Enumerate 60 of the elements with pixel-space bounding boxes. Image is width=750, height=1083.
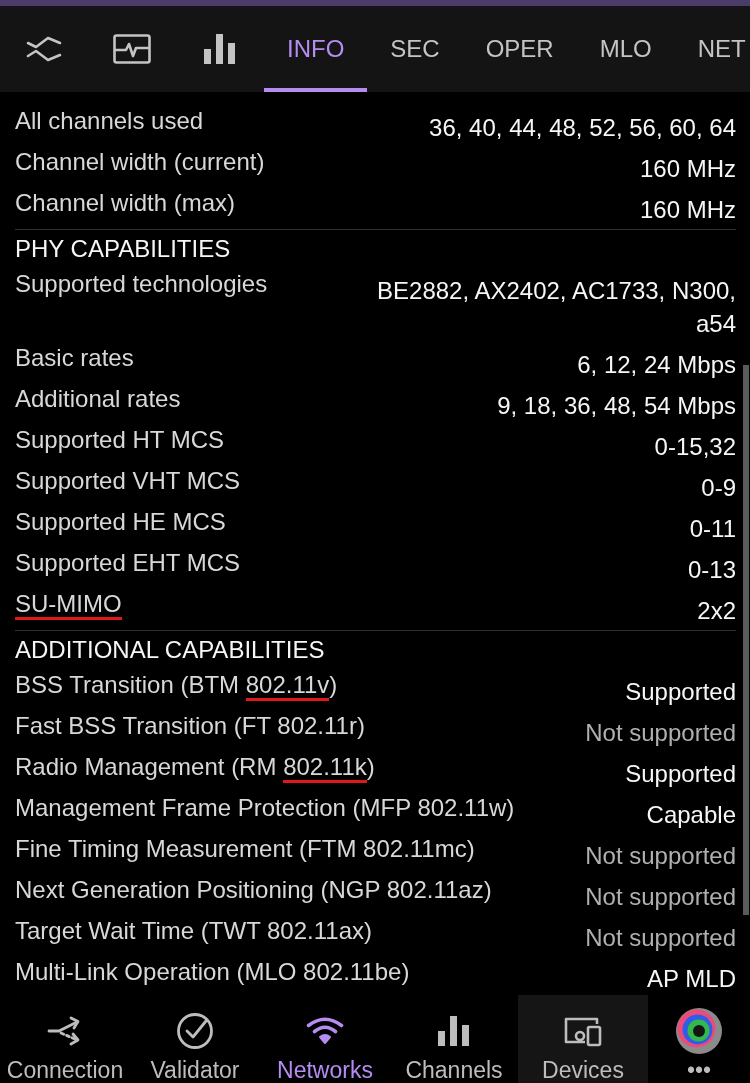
wifi-icon <box>306 1016 344 1046</box>
tab[interactable]: MLO <box>576 6 675 92</box>
row-value: 0-9 <box>701 473 736 503</box>
row-value: 0-11 <box>689 514 736 544</box>
row-label: Management Frame Protection (MFP 802.11w) <box>15 793 515 823</box>
row-label: Fine Timing Measurement (FTM 802.11mc) <box>15 834 475 864</box>
row-value: 36, 40, 44, 48, 52, 56, 60, 64 <box>429 113 736 143</box>
row-value: 0-15,32 <box>654 432 736 462</box>
row-value: 9, 18, 36, 48, 54 Mbps <box>497 391 736 421</box>
nav-item[interactable]: Connection <box>0 995 130 1083</box>
row-value: 2x2 <box>697 596 736 626</box>
nav-item[interactable]: Networks <box>260 995 390 1083</box>
row-value: Not supported <box>585 923 736 953</box>
pulse-monitor-icon <box>113 34 151 64</box>
row-value: Supported <box>625 677 736 707</box>
nav-item[interactable]: ••• <box>648 995 750 1083</box>
row-value: 6, 12, 24 Mbps <box>577 350 736 380</box>
nav-item[interactable]: Validator <box>130 995 260 1083</box>
bar-chart-icon <box>204 34 236 64</box>
row-value: 160 MHz <box>639 195 736 225</box>
row-label: Basic rates <box>15 343 134 373</box>
section-heading: ADDITIONAL CAPABILITIES <box>15 635 326 665</box>
row-label: BSS Transition (BTM 802.11v) <box>15 670 338 704</box>
row-label: Supported HE MCS <box>15 507 226 537</box>
check-circle-icon <box>177 1013 213 1049</box>
row-value: Not supported <box>585 718 736 748</box>
scrollbar-thumb[interactable] <box>743 365 749 915</box>
row-value: Supported <box>625 759 736 789</box>
rings-logo-icon <box>676 1008 722 1054</box>
row-value: Capable <box>646 800 736 830</box>
row-label: Supported technologies <box>15 269 268 299</box>
section-heading: PHY CAPABILITIES <box>15 234 232 264</box>
row-value: Not supported <box>585 882 736 912</box>
nav-item[interactable]: Channels <box>390 995 518 1083</box>
tab[interactable]: NET <box>674 6 750 92</box>
row-label: Channel width (current) <box>15 147 265 177</box>
tab[interactable]: INFO <box>264 6 368 92</box>
row-label: Additional rates <box>15 384 181 414</box>
tab[interactable]: SEC <box>367 6 463 92</box>
row-label: Supported VHT MCS <box>15 466 240 496</box>
nav-item[interactable]: Devices <box>518 995 648 1083</box>
row-label: All channels used <box>15 106 204 136</box>
row-label: Supported EHT MCS <box>15 548 240 578</box>
row-label: Radio Management (RM 802.11k) <box>15 752 375 786</box>
bar-chart-icon <box>438 1016 470 1046</box>
row-label: Next Generation Positioning (NGP 802.11az) <box>15 875 492 905</box>
row-label: Multi-Link Operation (MLO 802.11be) <box>15 957 410 987</box>
row-label: Fast BSS Transition (FT 802.11r) <box>15 711 365 741</box>
row-value: BE2882, AX2402, AC1733, N300, a54 <box>376 276 736 339</box>
row-label: SU-MIMO <box>15 589 122 623</box>
row-value: 0-13 <box>687 555 736 585</box>
row-value: AP MLD <box>647 964 736 994</box>
devices-icon <box>563 1015 603 1047</box>
row-label: Supported HT MCS <box>15 425 224 455</box>
zigzag-lines-icon <box>26 34 62 64</box>
row-value: Not supported <box>585 841 736 871</box>
row-value: 160 MHz <box>639 154 736 184</box>
tab[interactable]: OPER <box>462 6 577 92</box>
row-label: Channel width (max) <box>15 188 236 218</box>
row-label: Target Wait Time (TWT 802.11ax) <box>15 916 372 946</box>
